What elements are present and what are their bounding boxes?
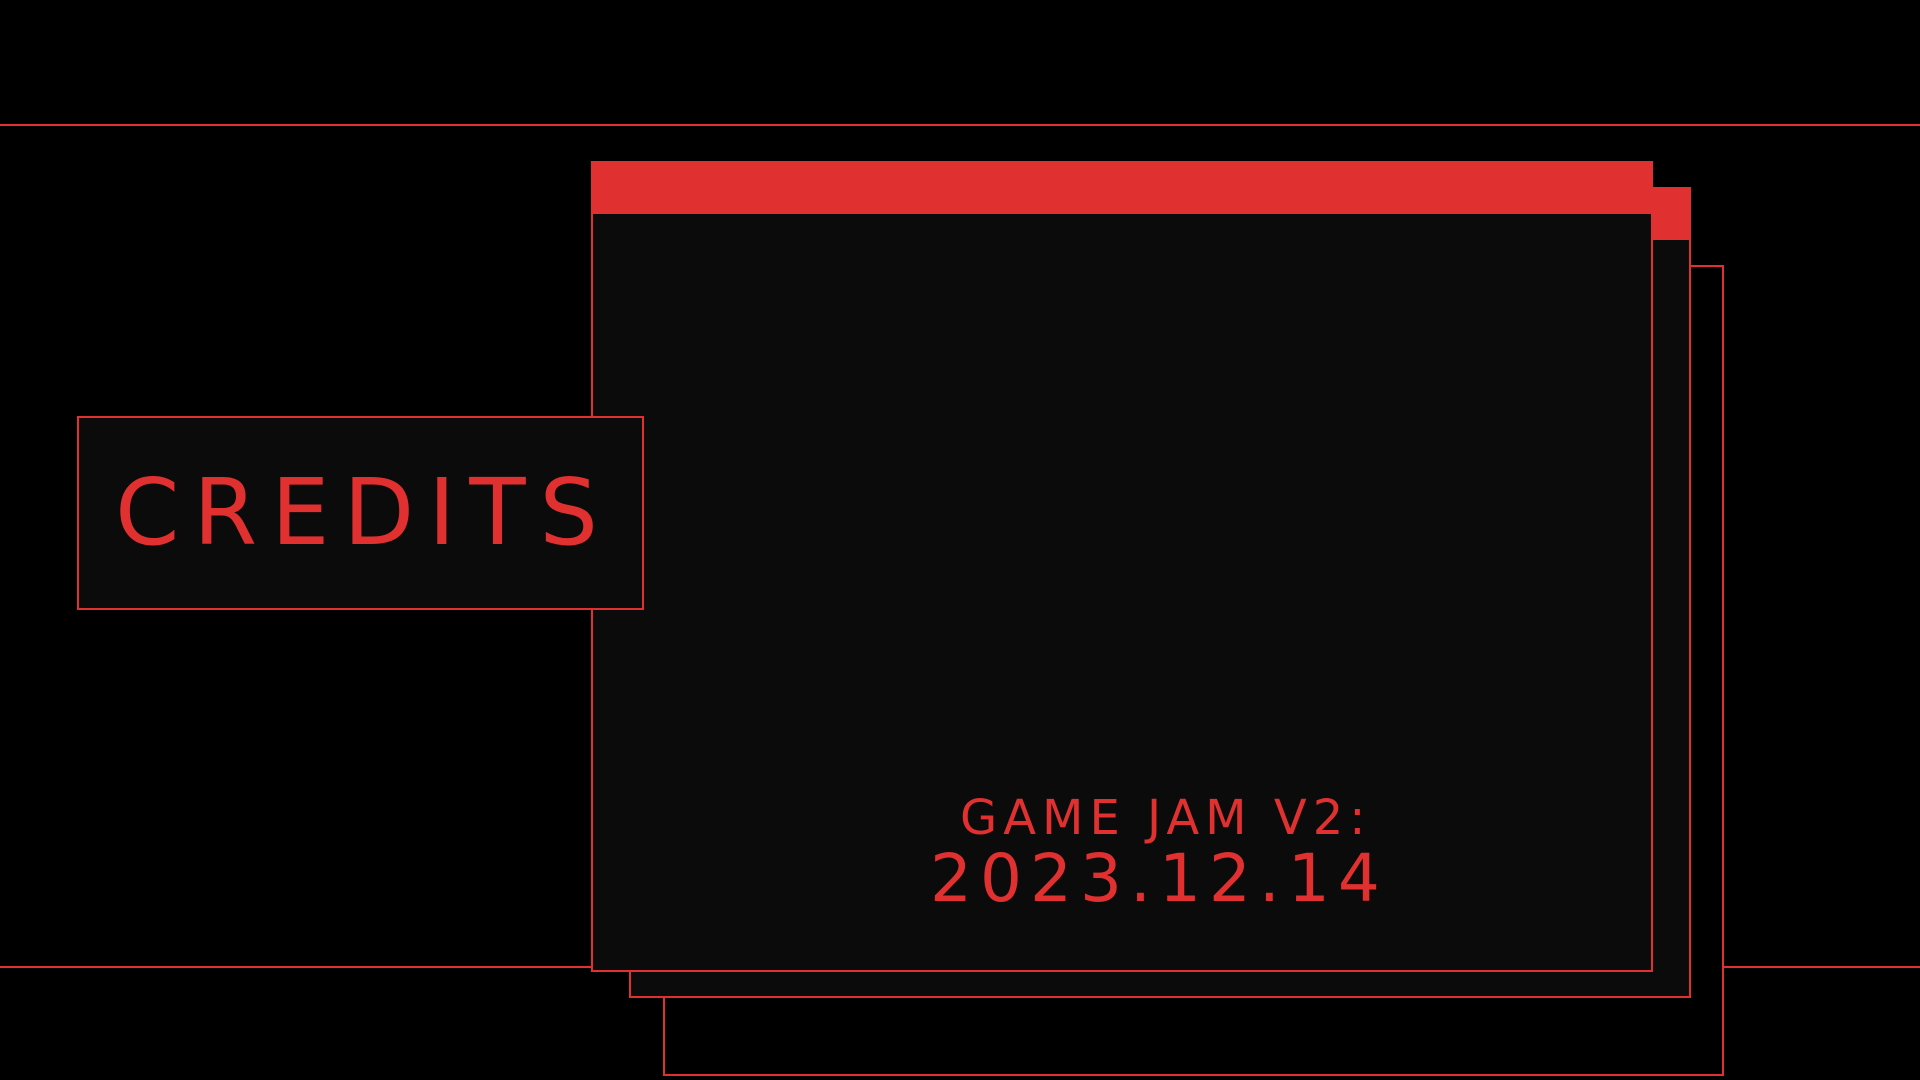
credits-window-titlebar [591, 161, 1653, 214]
event-date: 2023.12.14 [930, 840, 1388, 917]
event-name: GAME JAM V2: [960, 790, 1372, 846]
credits-title: CREDITS [115, 459, 612, 566]
top-divider-line [0, 124, 1920, 126]
credits-title-box: CREDITS [77, 416, 644, 610]
